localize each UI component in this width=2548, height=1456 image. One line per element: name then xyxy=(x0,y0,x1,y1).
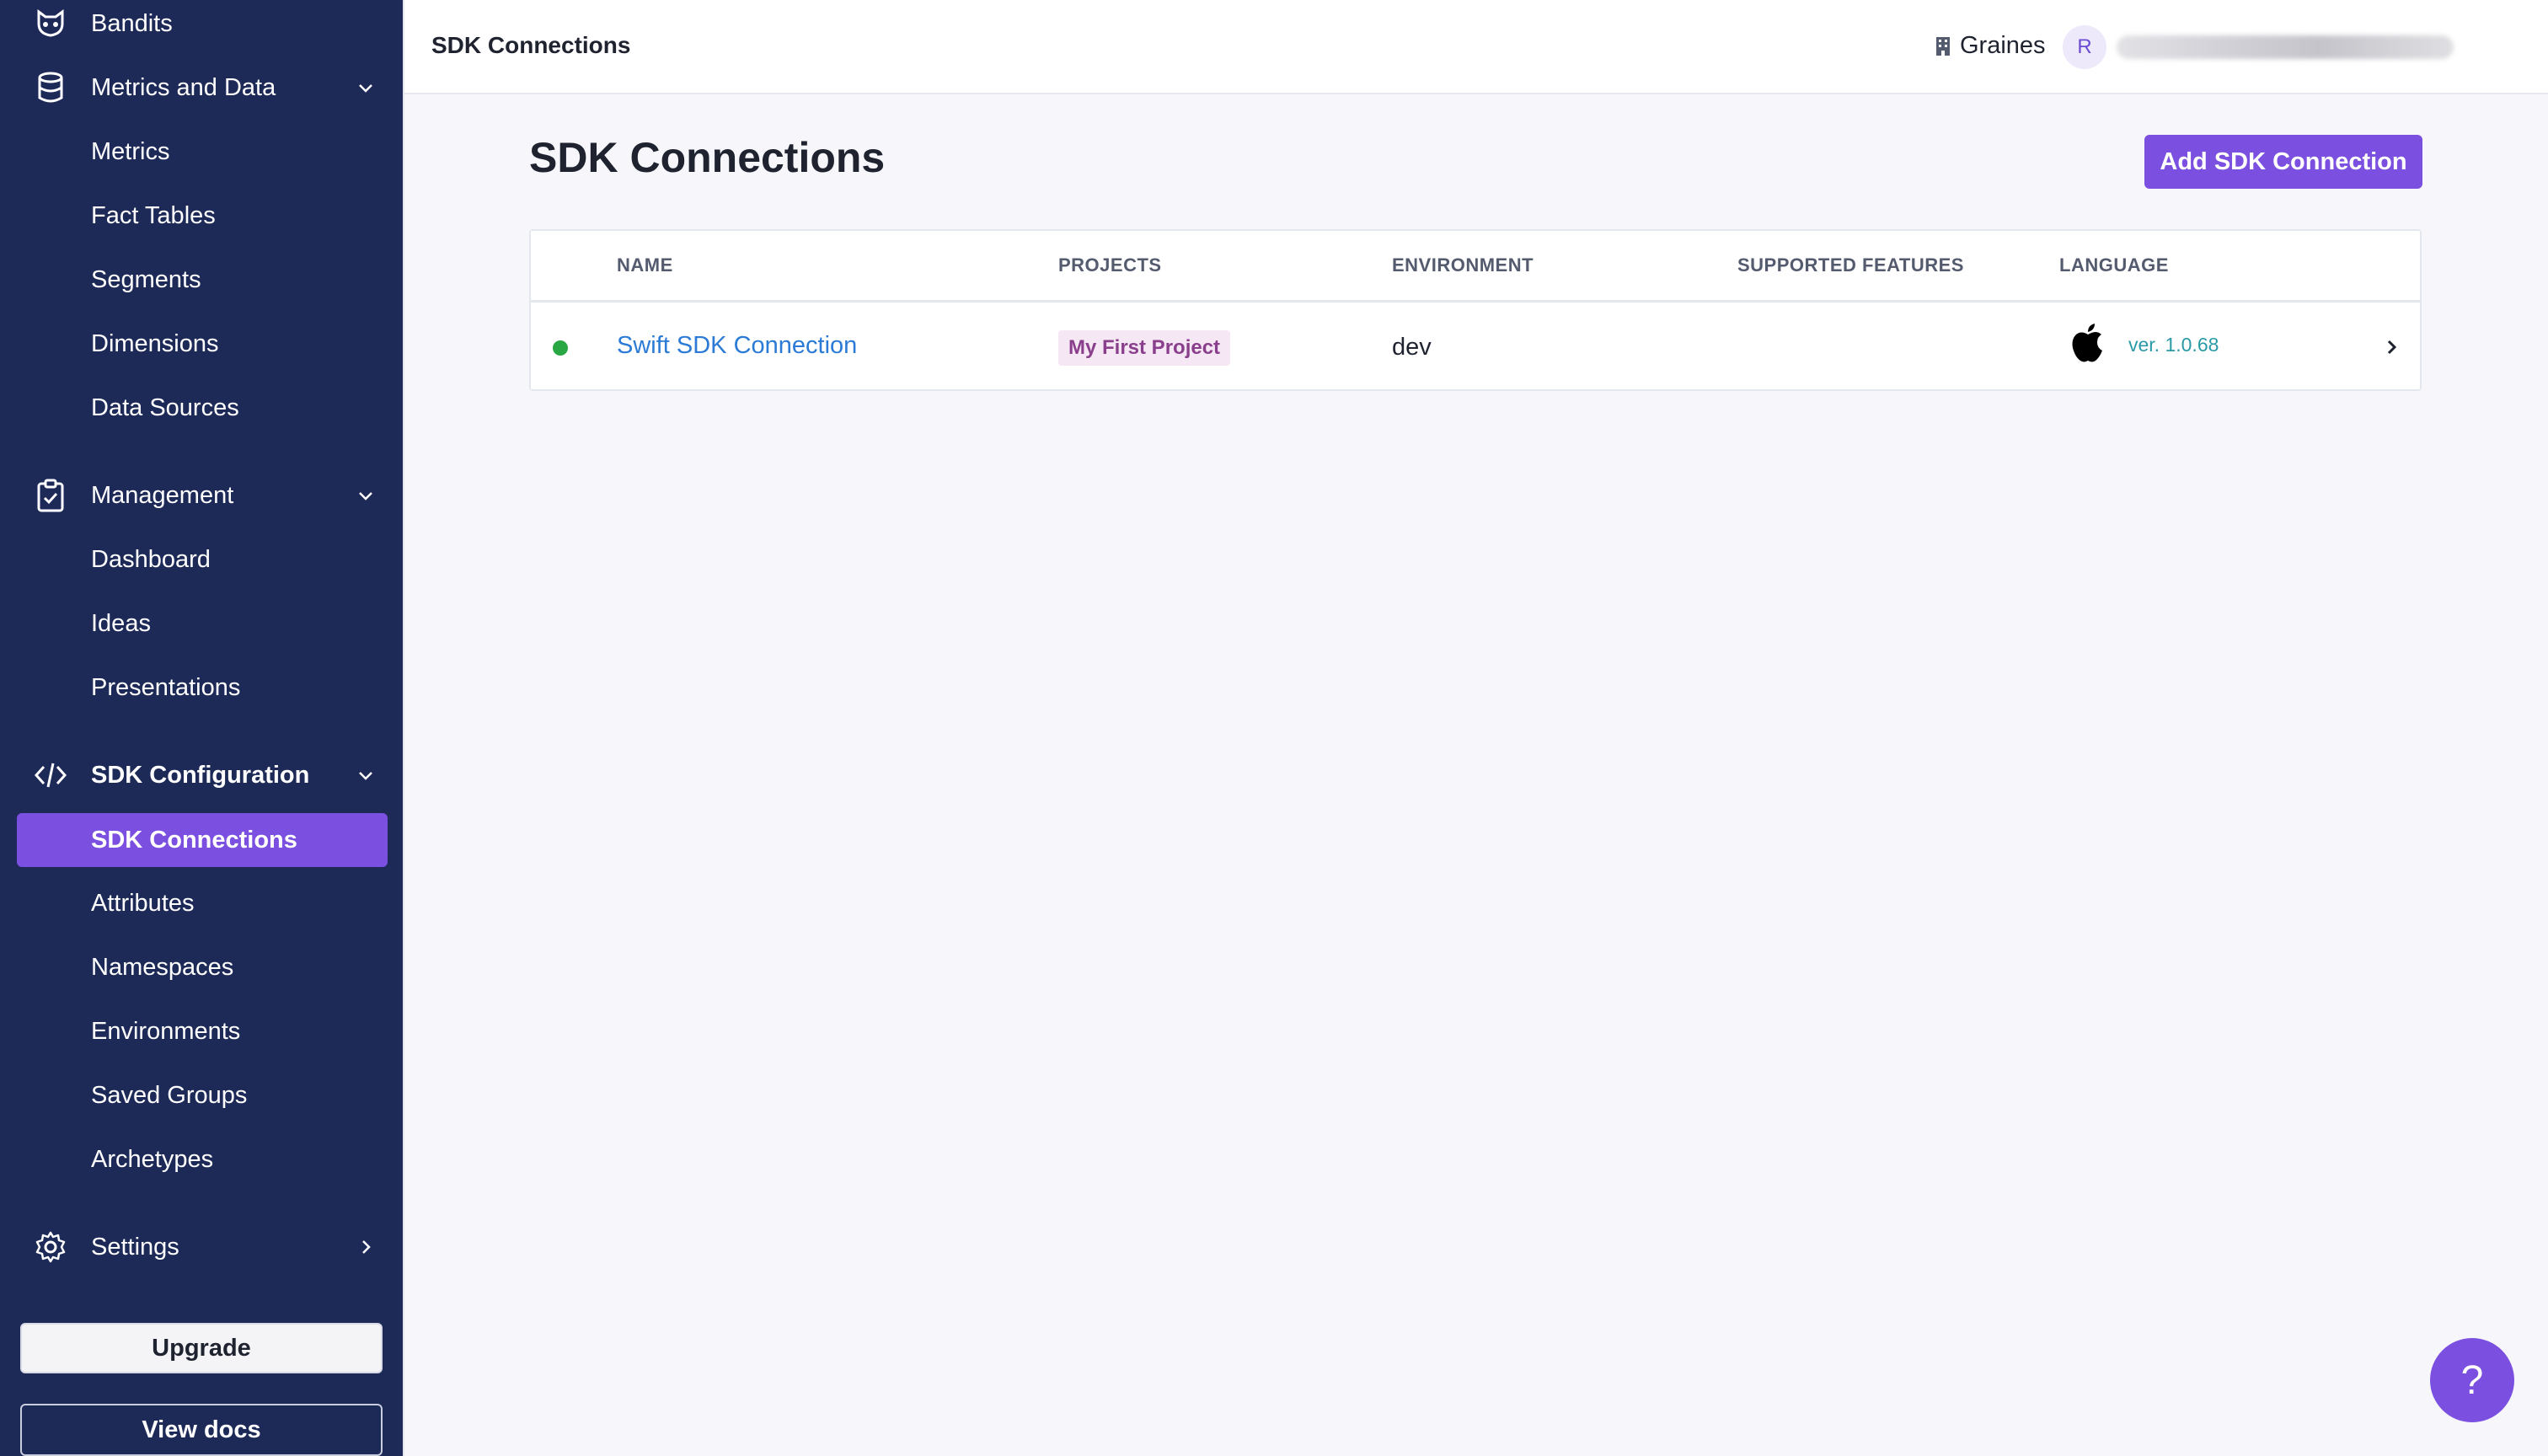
breadcrumb: SDK Connections xyxy=(431,32,631,58)
sidebar-item-label: Settings xyxy=(91,1233,179,1261)
top-bar: SDK Connections Graines R xyxy=(404,0,2548,94)
view-docs-button[interactable]: View docs xyxy=(20,1404,383,1456)
sidebar-item-dimensions[interactable]: Dimensions xyxy=(91,327,219,361)
raccoon-icon xyxy=(37,9,64,37)
gear-icon xyxy=(35,1231,66,1263)
sidebar-item-dashboard[interactable]: Dashboard xyxy=(91,543,211,576)
column-header-environment: ENVIRONMENT xyxy=(1392,254,1534,276)
sidebar-item-bandits[interactable]: Bandits xyxy=(17,0,388,51)
project-badge: My First Project xyxy=(1058,330,1231,366)
environment-value: dev xyxy=(1392,334,1432,361)
sidebar-item-fact-tables[interactable]: Fact Tables xyxy=(91,199,216,233)
chevron-right-icon[interactable] xyxy=(356,1237,376,1257)
sidebar-item-environments[interactable]: Environments xyxy=(91,1014,240,1048)
sidebar-item-settings[interactable]: Settings xyxy=(17,1220,388,1274)
sidebar-item-archetypes[interactable]: Archetypes xyxy=(91,1143,213,1176)
chevron-down-icon[interactable] xyxy=(356,78,376,98)
sdk-version: ver. 1.0.68 xyxy=(2128,334,2219,356)
column-header-supported-features: SUPPORTED FEATURES xyxy=(1737,254,1964,276)
sidebar-item-label: Bandits xyxy=(91,9,173,37)
sidebar-item-namespaces[interactable]: Namespaces xyxy=(91,950,233,984)
page-title: SDK Connections xyxy=(529,134,886,181)
sidebar-item-saved-groups[interactable]: Saved Groups xyxy=(91,1079,247,1112)
sidebar-item-metrics[interactable]: Metrics xyxy=(91,135,169,169)
org-name: Graines xyxy=(1960,32,2046,59)
clipboard-check-icon xyxy=(37,479,64,512)
sidebar-item-label: SDK Configuration xyxy=(91,761,310,789)
sidebar-item-management[interactable]: Management xyxy=(17,468,388,522)
column-header-name: NAME xyxy=(617,254,673,276)
column-header-projects: PROJECTS xyxy=(1058,254,1162,276)
sidebar-item-sdk-configuration[interactable]: SDK Configuration xyxy=(17,748,388,802)
building-icon xyxy=(1936,36,1950,56)
apple-icon xyxy=(2072,324,2102,362)
sidebar: Bandits Metrics and Data Metrics Fact Ta… xyxy=(0,0,404,1456)
connection-name-link[interactable]: Swift SDK Connection xyxy=(617,332,857,360)
help-button[interactable]: ? xyxy=(2430,1338,2514,1422)
sidebar-item-label: Metrics and Data xyxy=(91,73,276,101)
sidebar-item-metrics-and-data[interactable]: Metrics and Data xyxy=(17,61,388,115)
code-icon xyxy=(34,763,67,788)
sidebar-item-sdk-connections[interactable]: SDK Connections xyxy=(17,813,388,867)
sdk-connections-table: NAME PROJECTS ENVIRONMENT SUPPORTED FEAT… xyxy=(529,229,2422,391)
sidebar-item-segments[interactable]: Segments xyxy=(91,263,201,297)
sidebar-item-label: Management xyxy=(91,481,234,509)
chevron-right-icon[interactable] xyxy=(2381,337,2401,357)
sidebar-item-label: SDK Connections xyxy=(91,827,297,854)
org-switcher[interactable]: Graines xyxy=(1935,32,2046,60)
table-row[interactable]: Swift SDK Connection My First Project de… xyxy=(531,302,2420,391)
chevron-down-icon[interactable] xyxy=(356,485,376,506)
column-header-language: LANGUAGE xyxy=(2059,254,2169,276)
sidebar-item-presentations[interactable]: Presentations xyxy=(91,671,240,704)
database-icon xyxy=(38,72,63,103)
status-indicator xyxy=(553,340,568,356)
user-name-redacted xyxy=(2117,35,2454,59)
sidebar-item-ideas[interactable]: Ideas xyxy=(91,607,151,640)
chevron-down-icon[interactable] xyxy=(356,765,376,785)
sidebar-item-attributes[interactable]: Attributes xyxy=(91,886,195,920)
table-header: NAME PROJECTS ENVIRONMENT SUPPORTED FEAT… xyxy=(531,231,2420,302)
avatar[interactable]: R xyxy=(2063,25,2106,69)
upgrade-button[interactable]: Upgrade xyxy=(20,1323,383,1373)
sidebar-item-data-sources[interactable]: Data Sources xyxy=(91,391,239,425)
add-sdk-connection-button[interactable]: Add SDK Connection xyxy=(2144,135,2422,189)
